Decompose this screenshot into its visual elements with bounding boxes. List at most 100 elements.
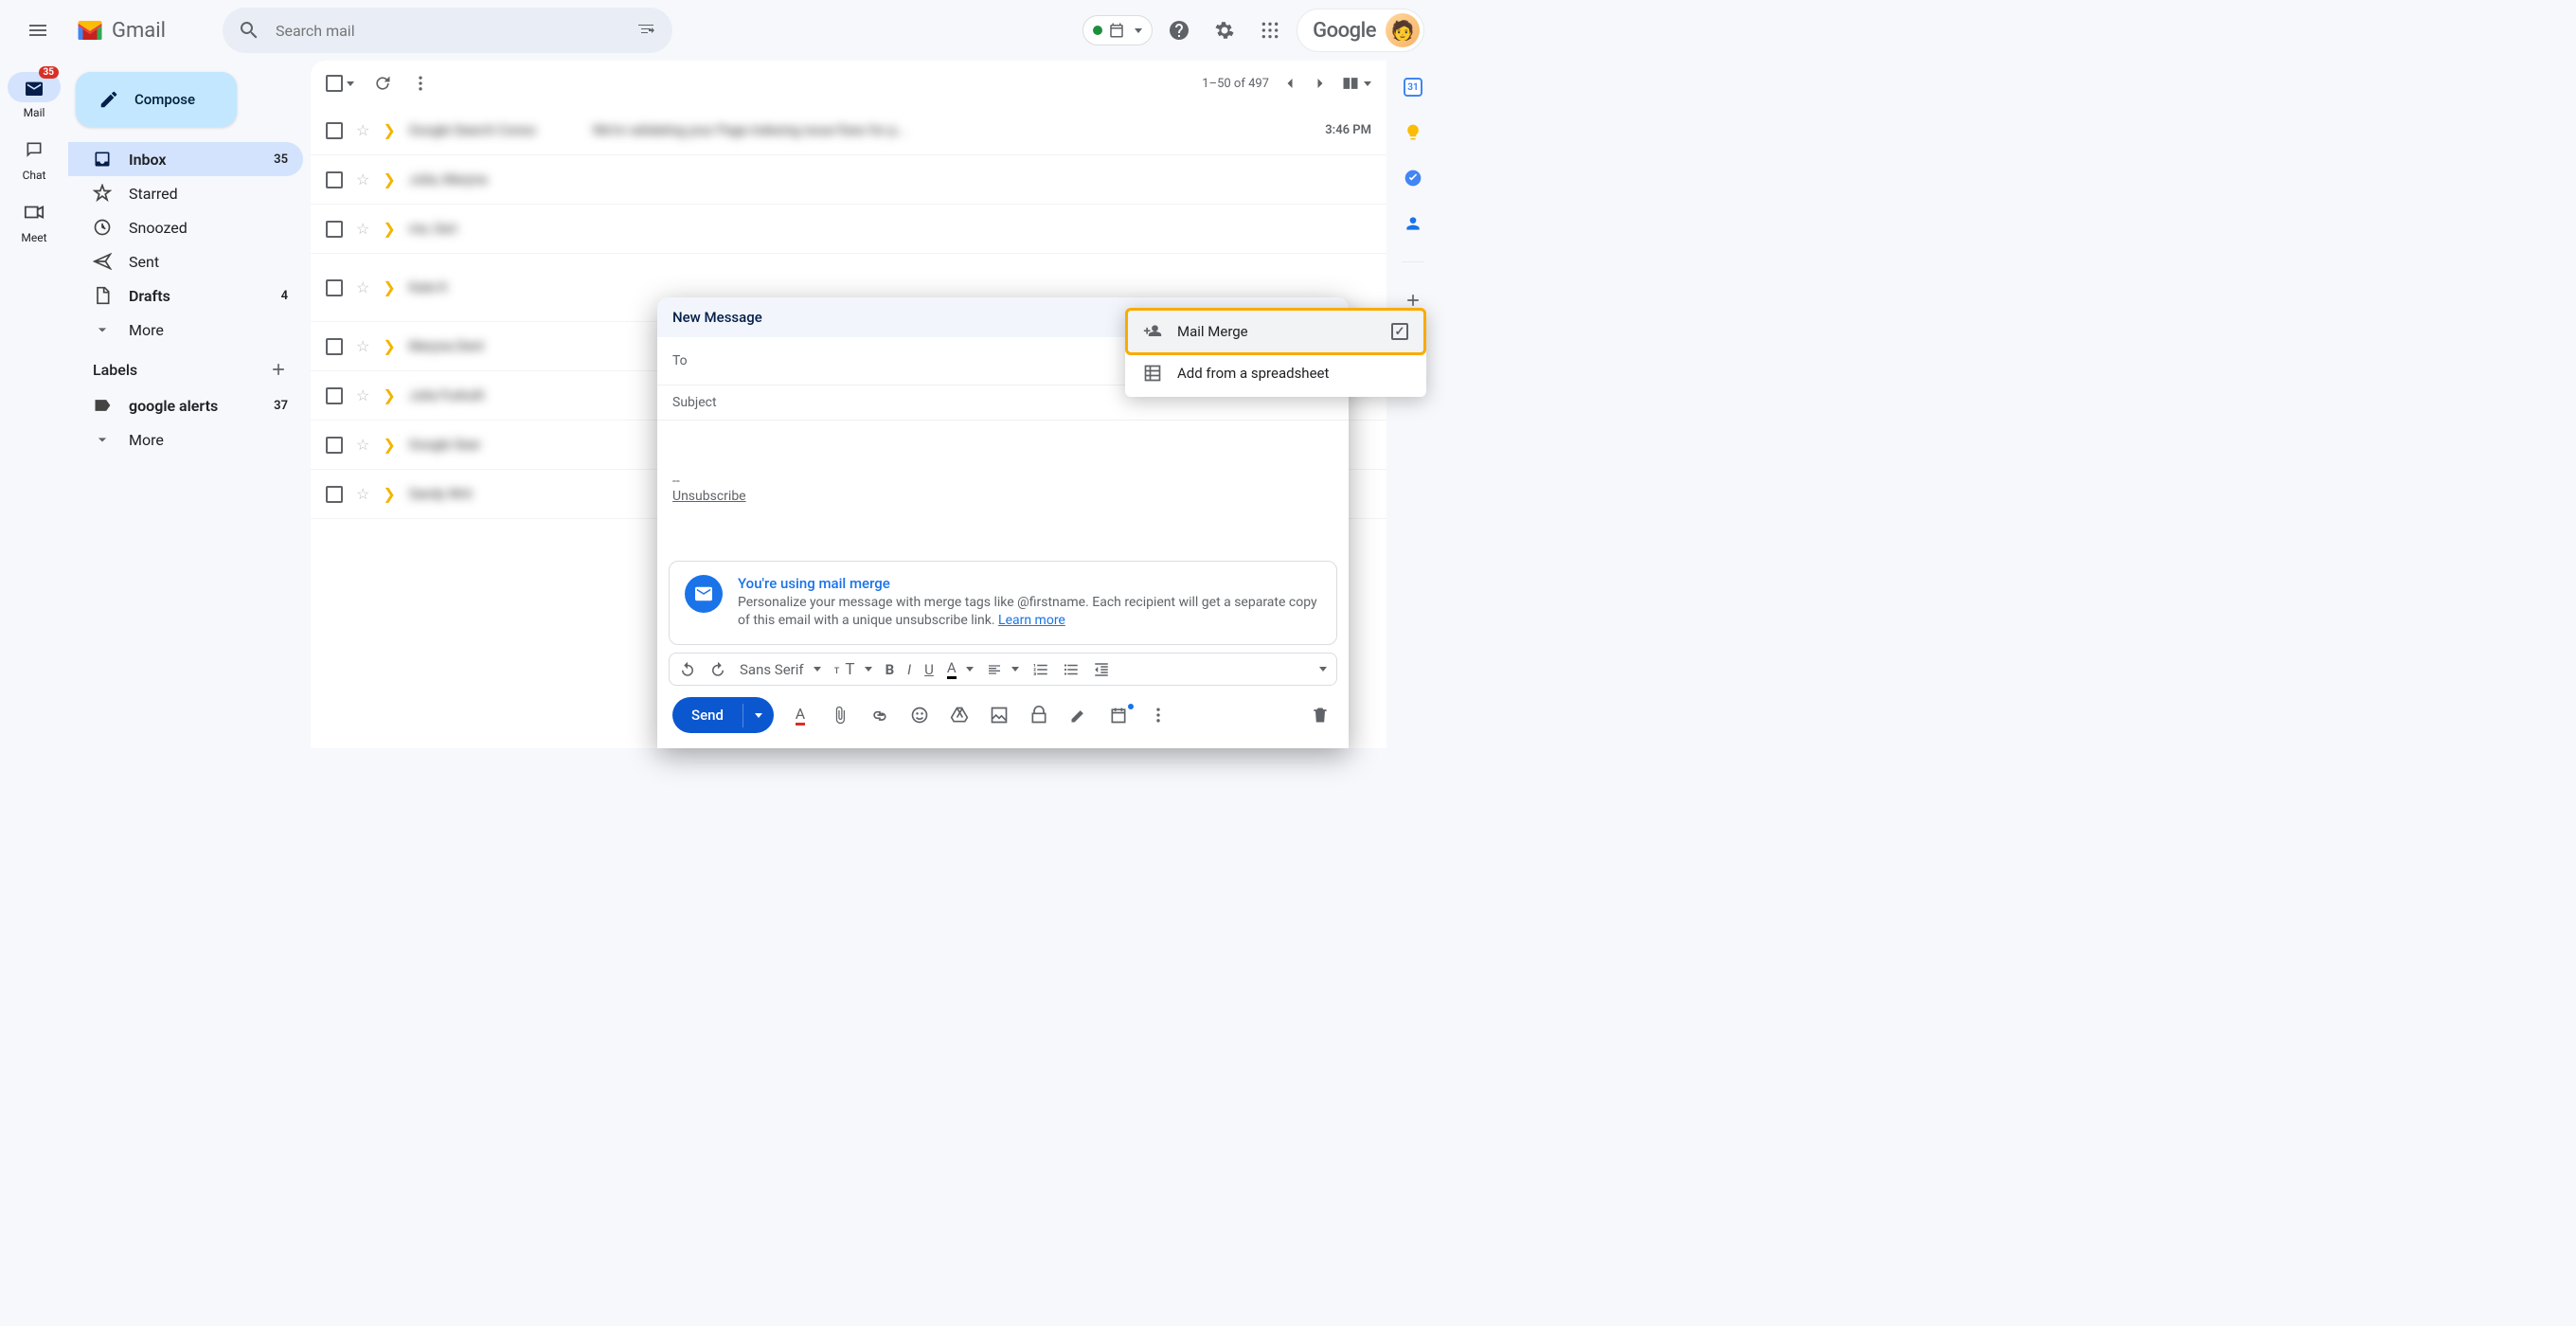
star-icon[interactable]: ☆ bbox=[356, 220, 369, 238]
outdent-icon[interactable] bbox=[1093, 661, 1110, 678]
important-marker-icon[interactable]: ❯ bbox=[383, 436, 395, 454]
insert-link-button[interactable] bbox=[867, 706, 893, 725]
status-chip[interactable] bbox=[1082, 15, 1153, 45]
redo-icon[interactable] bbox=[709, 661, 726, 678]
add-spreadsheet-option[interactable]: Add from a spreadsheet bbox=[1128, 352, 1423, 394]
prev-page-icon[interactable] bbox=[1280, 74, 1299, 93]
important-marker-icon[interactable]: ❯ bbox=[383, 485, 395, 503]
density-toggle[interactable] bbox=[1341, 74, 1371, 93]
pagination-text: 1–50 of 497 bbox=[1202, 77, 1269, 91]
label-googlealerts[interactable]: google alerts 37 bbox=[68, 388, 303, 422]
google-account-chip[interactable]: Google 🧑 bbox=[1297, 9, 1424, 52]
compose-title: New Message bbox=[672, 309, 762, 326]
font-selector[interactable]: Sans Serif bbox=[740, 661, 821, 678]
calendar-addon[interactable]: 31 bbox=[1402, 76, 1424, 99]
mail-merge-option[interactable]: Mail Merge bbox=[1125, 308, 1426, 355]
align-button[interactable] bbox=[987, 662, 1019, 677]
important-marker-icon[interactable]: ❯ bbox=[383, 121, 395, 139]
row-checkbox[interactable] bbox=[326, 221, 343, 238]
paperclip-icon bbox=[831, 706, 850, 725]
search-bar[interactable] bbox=[223, 8, 672, 53]
insert-emoji-button[interactable] bbox=[906, 706, 933, 725]
select-all[interactable] bbox=[326, 75, 354, 92]
refresh-icon[interactable] bbox=[373, 74, 392, 93]
tasks-addon[interactable] bbox=[1402, 167, 1424, 189]
text-color-button[interactable]: A bbox=[947, 659, 974, 679]
insert-photo-button[interactable] bbox=[986, 706, 1012, 725]
bold-button[interactable]: B bbox=[886, 661, 895, 678]
row-checkbox[interactable] bbox=[326, 122, 343, 139]
search-input[interactable] bbox=[276, 22, 619, 40]
discard-draft-button[interactable] bbox=[1307, 706, 1333, 725]
nav-drafts[interactable]: Drafts 4 bbox=[68, 278, 303, 313]
rail-chat[interactable]: Chat bbox=[4, 131, 64, 186]
row-checkbox[interactable] bbox=[326, 338, 343, 355]
learn-more-link[interactable]: Learn more bbox=[998, 613, 1065, 628]
confidential-mode-button[interactable] bbox=[1026, 706, 1052, 725]
app-rail: 35 Mail Chat Meet bbox=[0, 61, 68, 748]
star-icon[interactable]: ☆ bbox=[356, 337, 369, 355]
text-format-button[interactable]: A bbox=[787, 705, 814, 726]
search-options-icon[interactable] bbox=[635, 19, 657, 42]
compose-body[interactable]: -- Unsubscribe bbox=[657, 421, 1349, 553]
gmail-logo[interactable]: Gmail bbox=[76, 19, 166, 43]
sent-icon bbox=[93, 252, 112, 271]
compose-button[interactable]: Compose bbox=[76, 72, 237, 127]
important-marker-icon[interactable]: ❯ bbox=[383, 170, 395, 188]
insert-signature-button[interactable] bbox=[1065, 706, 1092, 725]
bulleted-list-icon[interactable] bbox=[1063, 661, 1080, 678]
keep-addon[interactable] bbox=[1402, 121, 1424, 144]
star-icon[interactable]: ☆ bbox=[356, 386, 369, 404]
schedule-send-button[interactable] bbox=[1105, 706, 1132, 725]
mail-merge-menu: Mail Merge Add from a spreadsheet bbox=[1125, 308, 1426, 397]
row-checkbox[interactable] bbox=[326, 387, 343, 404]
contacts-addon[interactable] bbox=[1402, 212, 1424, 235]
add-spreadsheet-label: Add from a spreadsheet bbox=[1177, 365, 1329, 382]
nav-inbox[interactable]: Inbox 35 bbox=[68, 142, 303, 176]
star-icon[interactable]: ☆ bbox=[356, 121, 369, 139]
rail-mail[interactable]: 35 Mail bbox=[4, 68, 64, 123]
support-button[interactable] bbox=[1160, 11, 1198, 49]
row-checkbox[interactable] bbox=[326, 171, 343, 188]
row-checkbox[interactable] bbox=[326, 437, 343, 454]
labels-more[interactable]: More bbox=[68, 422, 303, 457]
row-checkbox[interactable] bbox=[326, 279, 343, 296]
undo-icon[interactable] bbox=[679, 661, 696, 678]
more-formatting-icon[interactable] bbox=[1319, 667, 1327, 672]
settings-button[interactable] bbox=[1206, 11, 1243, 49]
nav-sent[interactable]: Sent bbox=[68, 244, 303, 278]
more-vert-icon[interactable] bbox=[411, 74, 430, 93]
rail-meet[interactable]: Meet bbox=[4, 193, 64, 248]
important-marker-icon[interactable]: ❯ bbox=[383, 278, 395, 296]
star-icon[interactable]: ☆ bbox=[356, 436, 369, 454]
star-icon[interactable]: ☆ bbox=[356, 170, 369, 188]
more-options-button[interactable] bbox=[1145, 706, 1172, 725]
row-checkbox[interactable] bbox=[326, 486, 343, 503]
send-button[interactable]: Send bbox=[672, 697, 742, 733]
unsubscribe-link[interactable]: Unsubscribe bbox=[672, 489, 746, 504]
checkbox-checked-icon[interactable] bbox=[1391, 323, 1408, 340]
important-marker-icon[interactable]: ❯ bbox=[383, 337, 395, 355]
send-options-button[interactable] bbox=[742, 704, 774, 727]
attach-file-button[interactable] bbox=[827, 706, 853, 725]
email-row[interactable]: ☆ ❯ me, Geri bbox=[311, 205, 1386, 254]
star-icon[interactable]: ☆ bbox=[356, 278, 369, 296]
italic-button[interactable]: I bbox=[907, 661, 911, 678]
underline-button[interactable]: U bbox=[924, 661, 934, 678]
insert-drive-button[interactable] bbox=[946, 706, 973, 725]
important-marker-icon[interactable]: ❯ bbox=[383, 386, 395, 404]
nav-more[interactable]: More bbox=[68, 313, 303, 347]
numbered-list-icon[interactable] bbox=[1032, 661, 1049, 678]
add-label-icon[interactable] bbox=[269, 360, 288, 379]
email-row[interactable]: ☆ ❯ Google Search Conso We're validating… bbox=[311, 106, 1386, 155]
next-page-icon[interactable] bbox=[1311, 74, 1330, 93]
avatar[interactable]: 🧑 bbox=[1386, 13, 1420, 47]
star-icon[interactable]: ☆ bbox=[356, 485, 369, 503]
font-size-selector[interactable]: тT bbox=[834, 660, 872, 679]
nav-snoozed[interactable]: Snoozed bbox=[68, 210, 303, 244]
email-row[interactable]: ☆ ❯ Julia, Maryna bbox=[311, 155, 1386, 205]
main-menu-button[interactable] bbox=[15, 8, 61, 53]
apps-button[interactable] bbox=[1251, 11, 1289, 49]
important-marker-icon[interactable]: ❯ bbox=[383, 220, 395, 238]
nav-starred[interactable]: Starred bbox=[68, 176, 303, 210]
